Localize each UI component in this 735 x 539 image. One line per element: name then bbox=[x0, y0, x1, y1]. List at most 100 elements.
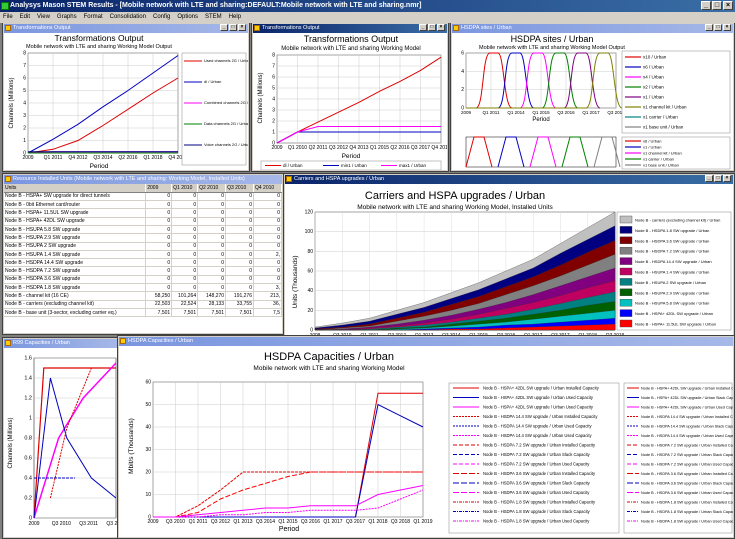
table-row[interactable]: Node B - HSUPA 1.4 SW upgrade 0 0 0 0 2, bbox=[4, 250, 282, 260]
table-cell[interactable]: 0 bbox=[197, 258, 227, 268]
table-cell[interactable]: 0 bbox=[253, 242, 282, 251]
installed-units-table[interactable]: Units 2009 Q1 2010 Q2 2010 Q3 2010 Q4 2010 Nod… bbox=[4, 184, 282, 318]
table-cell[interactable]: 0 bbox=[145, 208, 173, 218]
transformations-output-window-1[interactable]: Transformations Output _ □ × Transformatio… bbox=[2, 23, 250, 172]
window-title-bar[interactable]: Resource Installed Units (Mobile network… bbox=[4, 175, 282, 184]
table-cell[interactable]: 7,501 bbox=[197, 308, 227, 318]
table-row[interactable]: Node B - HSDPA 14.4 SW upgrade 0 0 0 0 0 bbox=[4, 258, 282, 268]
row-label[interactable]: Node B - HSDPA 14.4 SW upgrade bbox=[4, 258, 147, 268]
table-cell[interactable]: 0 bbox=[145, 258, 173, 268]
r99-capacities-window[interactable]: R99 Capacities / Urban Channels (Million… bbox=[2, 337, 120, 539]
table-row[interactable]: Node B - HSUPA 5.8 SW upgrade 0 0 0 0 0 bbox=[4, 225, 282, 235]
menu-item-format[interactable]: Format bbox=[84, 12, 103, 23]
table-cell[interactable]: 0 bbox=[253, 208, 282, 218]
column-header[interactable]: Q4 2010 bbox=[253, 184, 282, 193]
row-label[interactable]: Node B - HSUPA 1.4 SW upgrade bbox=[4, 250, 147, 260]
table-cell[interactable]: 0 bbox=[145, 283, 173, 293]
table-cell[interactable]: 0 bbox=[225, 233, 254, 243]
menu-item-view[interactable]: View bbox=[37, 12, 50, 23]
table-cell[interactable]: 0 bbox=[253, 258, 282, 268]
hsdpa-capacities-window[interactable]: HSDPA Capacities / Urban HSDPA Capacitie… bbox=[117, 335, 735, 539]
table-cell[interactable]: 0 bbox=[171, 200, 199, 210]
table-cell[interactable]: 7,501 bbox=[145, 308, 173, 318]
table-cell[interactable]: 0 bbox=[145, 192, 173, 202]
table-cell[interactable]: 0 bbox=[171, 217, 199, 227]
table-cell[interactable]: 0 bbox=[145, 217, 173, 227]
transformations-output-window-2[interactable]: Transformations Output _ □ × Transformatio… bbox=[251, 23, 449, 172]
table-cell[interactable]: 0 bbox=[171, 208, 199, 218]
table-cell[interactable]: 0 bbox=[197, 266, 227, 276]
table-cell[interactable]: 0 bbox=[225, 250, 254, 260]
row-label[interactable]: Node B - carriers (excluding channel kit… bbox=[4, 300, 147, 309]
window-title-bar[interactable]: HSDPA sites / Urban _ □ × bbox=[452, 24, 733, 33]
table-cell[interactable]: 0 bbox=[197, 275, 227, 285]
table-cell[interactable]: 0 bbox=[145, 242, 173, 251]
table-cell[interactable]: 22,503 bbox=[145, 300, 173, 309]
table-cell[interactable]: 213, bbox=[253, 291, 282, 301]
table-row[interactable]: Node B - HSDPA 1.8 SW upgrade 0 0 0 0 3, bbox=[4, 283, 282, 293]
menu-item-edit[interactable]: Edit bbox=[20, 12, 30, 23]
table-cell[interactable]: 0 bbox=[225, 200, 254, 210]
minimize-button[interactable]: _ bbox=[705, 24, 713, 31]
close-button[interactable]: × bbox=[723, 175, 731, 182]
table-cell[interactable]: 0 bbox=[171, 233, 199, 243]
table-cell[interactable]: 0 bbox=[171, 250, 199, 260]
table-row[interactable]: Node B - HSPA+ 11.5UL SW upgrade 0 0 0 0 0 bbox=[4, 208, 282, 218]
minimize-button[interactable]: _ bbox=[419, 24, 427, 31]
table-row[interactable]: Node B - HSUPA 2.9 SW upgrade 0 0 0 0 0 bbox=[4, 233, 282, 243]
table-cell[interactable]: 0 bbox=[171, 192, 199, 202]
table-cell[interactable]: 0 bbox=[225, 225, 254, 235]
table-cell[interactable]: 0 bbox=[225, 192, 254, 202]
hsdpa-sites-window[interactable]: HSDPA sites / Urban _ □ × HSDPA sites / Ur… bbox=[450, 23, 735, 172]
table-cell[interactable]: 7,501 bbox=[171, 308, 199, 318]
maximize-button[interactable]: □ bbox=[714, 24, 722, 31]
table-cell[interactable]: 0 bbox=[171, 283, 199, 293]
column-header[interactable]: Q1 2010 bbox=[171, 184, 199, 193]
table-cell[interactable]: 101,264 bbox=[171, 291, 199, 301]
table-cell[interactable]: 0 bbox=[197, 250, 227, 260]
table-cell[interactable]: 58,250 bbox=[145, 291, 173, 301]
table-cell[interactable]: 7,501 bbox=[225, 308, 254, 318]
table-cell[interactable]: 0 bbox=[171, 258, 199, 268]
table-row[interactable]: Node B - HSPA+ 42DL SW upgrade 0 0 0 0 0 bbox=[4, 217, 282, 227]
table-cell[interactable]: 0 bbox=[197, 200, 227, 210]
table-cell[interactable]: 0 bbox=[225, 283, 254, 293]
row-label[interactable]: Node B - HSUPA 5.8 SW upgrade bbox=[4, 225, 147, 235]
close-button[interactable]: × bbox=[723, 1, 733, 10]
table-cell[interactable]: 191,276 bbox=[225, 291, 254, 301]
row-label[interactable]: Node B - HSDPA 1.8 SW upgrade bbox=[4, 283, 147, 293]
table-row[interactable]: Node B - channel kit (16 CE) 58,250 101,26… bbox=[4, 291, 282, 301]
table-row[interactable]: Node B - HSDPA 3.6 SW upgrade 0 0 0 0 0 bbox=[4, 275, 282, 285]
column-header[interactable]: 2009 bbox=[145, 184, 173, 193]
table-row[interactable]: Node B - 0bit Ethernet card/router 0 0 0 0 0 bbox=[4, 200, 282, 210]
table-cell[interactable]: 0 bbox=[225, 242, 254, 251]
row-label[interactable]: Node B - HSUPA 2.9 SW upgrade bbox=[4, 233, 147, 243]
window-title-bar[interactable]: Transformations Output _ □ × bbox=[4, 24, 248, 33]
table-cell[interactable]: 2, bbox=[253, 250, 282, 260]
resource-installed-units-window[interactable]: Resource Installed Units (Mobile network… bbox=[2, 173, 284, 335]
table-cell[interactable]: 0 bbox=[253, 192, 282, 202]
maximize-button[interactable]: □ bbox=[428, 24, 436, 31]
table-cell[interactable]: 0 bbox=[225, 258, 254, 268]
table-cell[interactable]: 0 bbox=[197, 217, 227, 227]
row-label[interactable]: Node B - channel kit (16 CE) bbox=[4, 291, 147, 301]
row-label[interactable]: Node B - HSDPA 7.2 SW upgrade bbox=[4, 266, 147, 276]
window-title-bar[interactable]: HSDPA Capacities / Urban bbox=[119, 337, 733, 346]
column-header[interactable]: Q2 2010 bbox=[197, 184, 227, 193]
row-label[interactable]: Node B - 0bit Ethernet card/router bbox=[4, 200, 147, 210]
maximize-button[interactable]: □ bbox=[712, 1, 722, 10]
table-cell[interactable]: 22,524 bbox=[171, 300, 199, 309]
table-cell[interactable]: 0 bbox=[171, 242, 199, 251]
window-title-bar[interactable]: Transformations Output _ □ × bbox=[253, 24, 447, 33]
table-cell[interactable]: 0 bbox=[145, 275, 173, 285]
table-cell[interactable]: 148,270 bbox=[197, 291, 227, 301]
menu-item-consolidation[interactable]: Consolidation bbox=[110, 12, 146, 23]
table-row[interactable]: Node B - HSDPA 7.2 SW upgrade 0 0 0 0 0 bbox=[4, 266, 282, 276]
menu-item-help[interactable]: Help bbox=[229, 12, 241, 23]
minimize-button[interactable]: _ bbox=[705, 175, 713, 182]
menu-item-options[interactable]: Options bbox=[177, 12, 198, 23]
column-header[interactable]: Q3 2010 bbox=[225, 184, 254, 193]
table-cell[interactable]: 0 bbox=[253, 266, 282, 276]
row-label[interactable]: Node B - HSDPA 3.6 SW upgrade bbox=[4, 275, 147, 285]
window-title-bar[interactable]: R99 Capacities / Urban bbox=[4, 339, 118, 348]
